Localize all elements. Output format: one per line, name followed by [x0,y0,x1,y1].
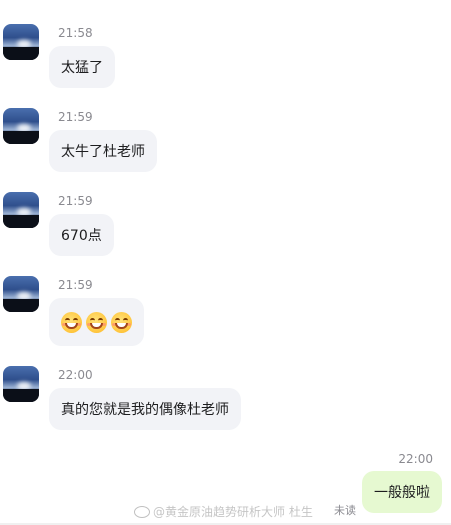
sender-avatar[interactable] [3,24,39,60]
sender-avatar[interactable] [3,108,39,144]
grinning-face-icon [111,311,132,333]
sender-avatar[interactable] [3,366,39,402]
message-bubble-emoji[interactable] [49,298,144,346]
message-bubble[interactable]: 太牛了杜老师 [49,130,157,172]
message-time: 21:58 [58,26,93,40]
grinning-face-icon [61,311,82,333]
message-time: 22:00 [58,368,93,382]
message-time: 21:59 [58,194,93,208]
message-bubble[interactable]: 670点 [49,214,114,256]
message-time: 21:59 [58,278,93,292]
sender-avatar[interactable] [3,192,39,228]
sender-avatar[interactable] [3,276,39,312]
self-message-bubble[interactable]: 一般般啦 [362,471,442,513]
message-bubble[interactable]: 真的您就是我的偶像杜老师 [49,388,241,430]
unread-status: 未读 [334,504,356,517]
message-time: 21:59 [58,110,93,124]
weibo-icon [134,505,150,518]
message-bubble[interactable]: 太猛了 [49,46,115,88]
self-message-time: 22:00 [398,452,433,466]
watermark-text: @黄金原油趋势研析大师 杜生 [153,505,313,519]
grinning-face-icon [86,311,107,333]
watermark: @黄金原油趋势研析大师 杜生 [134,503,313,520]
